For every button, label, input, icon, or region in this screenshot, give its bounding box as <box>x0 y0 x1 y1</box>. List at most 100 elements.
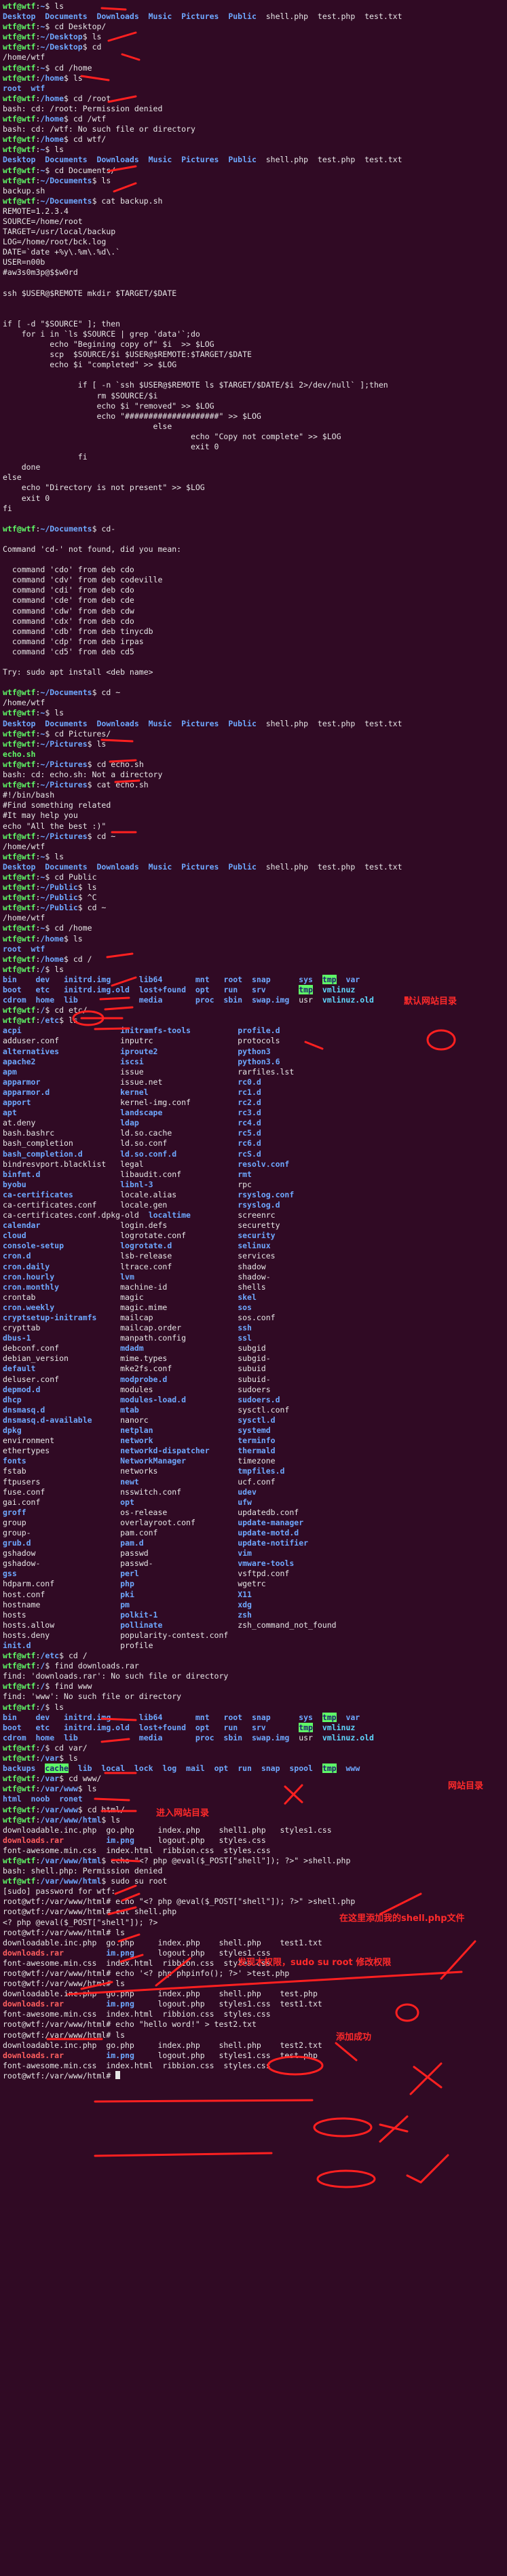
terminal-text: $ sudo su root <box>101 1876 168 1886</box>
terminal-text: ~/Pictures <box>40 831 88 841</box>
terminal-line: bindresvport.blacklist legal resolv.conf <box>3 1159 504 1170</box>
terminal-line: init.d profile <box>3 1641 504 1651</box>
terminal-text: #aw3s0m3p@$$w0rd <box>3 267 78 278</box>
terminal-line: cron.weekly magic.mime sos <box>3 1303 504 1313</box>
terminal-text: $ ls <box>45 1 64 11</box>
terminal-text: dnsmasq.d <box>3 1404 121 1415</box>
terminal-text: rpc <box>238 1179 252 1189</box>
terminal-text: noob <box>31 1794 60 1804</box>
terminal-text: debconf.conf <box>3 1343 121 1354</box>
terminal-line: default mke2fs.conf subuid <box>3 1364 504 1374</box>
terminal-line: #aw3s0m3p@$$w0rd <box>3 267 504 278</box>
terminal-line: cron.d lsb-release services <box>3 1251 504 1261</box>
terminal-text: rc3.d <box>238 1108 261 1118</box>
terminal-text: backup.sh <box>3 185 45 195</box>
terminal-text: wtf@wtf <box>3 73 36 83</box>
terminal-text: var <box>345 974 360 984</box>
terminal-text: root@wtf:/var/www/html# ls <box>3 2030 126 2040</box>
terminal-line: environment network terminfo <box>3 1436 504 1446</box>
terminal-line: wtf@wtf:/$ find downloads.rar <box>3 1661 504 1671</box>
terminal-line: wtf@wtf:~$ cd /home <box>3 923 504 933</box>
x-mark <box>379 2115 409 2143</box>
terminal-line: find: 'www': No such file or directory <box>3 1692 504 1702</box>
terminal-line: REMOTE=1.2.3.4 <box>3 206 504 217</box>
terminal-line: wtf@wtf:~/Desktop$ cd <box>3 42 504 52</box>
terminal-text: iproute2 <box>120 1046 238 1056</box>
terminal-text: apparmor.d <box>3 1087 121 1097</box>
terminal-window[interactable]: wtf@wtf:~$ ls Desktop Documents Downloads… <box>0 0 507 2576</box>
terminal-line: adduser.conf inputrc protocols <box>3 1036 504 1046</box>
terminal-text: hosts <box>3 1609 121 1620</box>
terminal-text: logout.php styles1.css <box>157 1947 271 1958</box>
terminal-line: gss perl vsftpd.conf <box>3 1569 504 1579</box>
terminal-text: wtf@wtf <box>3 759 36 769</box>
terminal-line: font-awesome.min.css index.html ribbion.… <box>3 2061 504 2071</box>
terminal-text: apparmor <box>3 1077 121 1087</box>
terminal-text: rc5.d <box>238 1128 261 1138</box>
terminal-text: ltrace.conf shadow <box>120 1261 266 1271</box>
terminal-line: root@wtf:/var/www/html# echo '<? php php… <box>3 1968 504 1979</box>
terminal-text: magic.mime <box>120 1302 238 1312</box>
terminal-text: netplan <box>120 1425 238 1436</box>
terminal-text: wtf@wtf <box>3 165 36 175</box>
terminal-text: zsh_command_not_found <box>238 1620 337 1630</box>
terminal-line: /home/wtf <box>3 698 504 708</box>
terminal-text: python3.6 <box>238 1056 280 1066</box>
terminal-text: gai.conf <box>3 1497 121 1507</box>
terminal-text: wtf@wtf <box>3 728 36 739</box>
terminal-text: rmt <box>238 1169 252 1179</box>
terminal-text: boot etc initrd.img.old lost+found opt r… <box>3 1722 299 1732</box>
terminal-line: ethertypes networkd-dispatcher thermald <box>3 1446 504 1456</box>
terminal-text: SOURCE=/home/root <box>3 216 83 226</box>
terminal-line: downloadable.inc.php go.php index.php sh… <box>3 2040 504 2051</box>
terminal-line: Desktop Documents Downloads Music Pictur… <box>3 12 504 22</box>
terminal-line: wtf@wtf:/home$ cd wtf/ <box>3 134 504 145</box>
terminal-text: profile.d <box>238 1026 280 1036</box>
terminal-line: SOURCE=/home/root <box>3 217 504 227</box>
terminal-line: echo "Copy not complete" >> $LOG <box>3 432 504 442</box>
terminal-text: ~/Documents <box>40 688 92 698</box>
terminal-text: $ ls <box>64 73 83 83</box>
terminal-line: dnsmasq.d-available nanorc sysctl.d <box>3 1415 504 1425</box>
terminal-text: sysctl.d <box>238 1415 276 1425</box>
terminal-text: vmlinuz.old <box>322 995 374 1005</box>
terminal-line: wtf@wtf:/home$ ls <box>3 73 504 83</box>
terminal-text: $ cd html/ <box>77 1804 126 1814</box>
terminal-line: wtf@wtf:/var$ cd www/ <box>3 1774 504 1784</box>
terminal-text: echo $i "completed" >> $LOG <box>3 360 177 370</box>
terminal-text: downloads.rar <box>3 1947 107 1958</box>
terminal-text: groff <box>3 1507 121 1517</box>
terminal-text: $ cd echo.sh <box>87 759 144 769</box>
terminal-text: wtf@wtf <box>3 62 36 73</box>
terminal-text: shell.php test.php test.txt <box>265 718 402 728</box>
terminal-text: tmp <box>299 1722 313 1732</box>
terminal-text: rc2.d <box>238 1098 261 1108</box>
terminal-text: /var/www <box>40 1804 78 1814</box>
terminal-text: fonts <box>3 1456 121 1466</box>
terminal-text: ~/Desktop <box>40 32 83 42</box>
terminal-line: apache2 iscsi python3.6 <box>3 1057 504 1067</box>
terminal-line: hosts.deny popularity-contest.conf <box>3 1630 504 1641</box>
terminal-text: /var/www/html <box>40 1855 102 1865</box>
terminal-text: shell.php test.php test.txt <box>265 861 402 872</box>
terminal-line: wtf@wtf:/$ ls <box>3 965 504 975</box>
terminal-text: wtf@wtf <box>3 175 36 185</box>
terminal-text: $ cd / <box>59 1651 88 1661</box>
terminal-text: modules-load.d <box>120 1394 238 1404</box>
terminal-text: vmlinuz.old <box>322 1732 374 1742</box>
terminal-line: groff os-release updatedb.conf <box>3 1508 504 1518</box>
terminal-text: logout.php styles1.css test1.txt <box>157 1999 322 2009</box>
terminal-line: cloud logrotate.conf security <box>3 1231 504 1241</box>
terminal-text: $ cd www/ <box>59 1774 102 1784</box>
terminal-line: bash: cd: echo.sh: Not a directory <box>3 770 504 780</box>
terminal-text: ~/Public <box>40 882 78 893</box>
terminal-text: wtf@wtf <box>3 145 36 155</box>
terminal-text: crypttab mailcap.order <box>3 1323 238 1333</box>
terminal-line: rm $SOURCE/$i <box>3 391 504 401</box>
terminal-line: wtf@wtf:~/Pictures$ cd ~ <box>3 832 504 842</box>
terminal-text: ca-certificates.conf locale.gen <box>3 1199 238 1210</box>
terminal-text: ~/Pictures <box>40 739 88 749</box>
terminal-line: wtf@wtf:~$ ls <box>3 852 504 862</box>
